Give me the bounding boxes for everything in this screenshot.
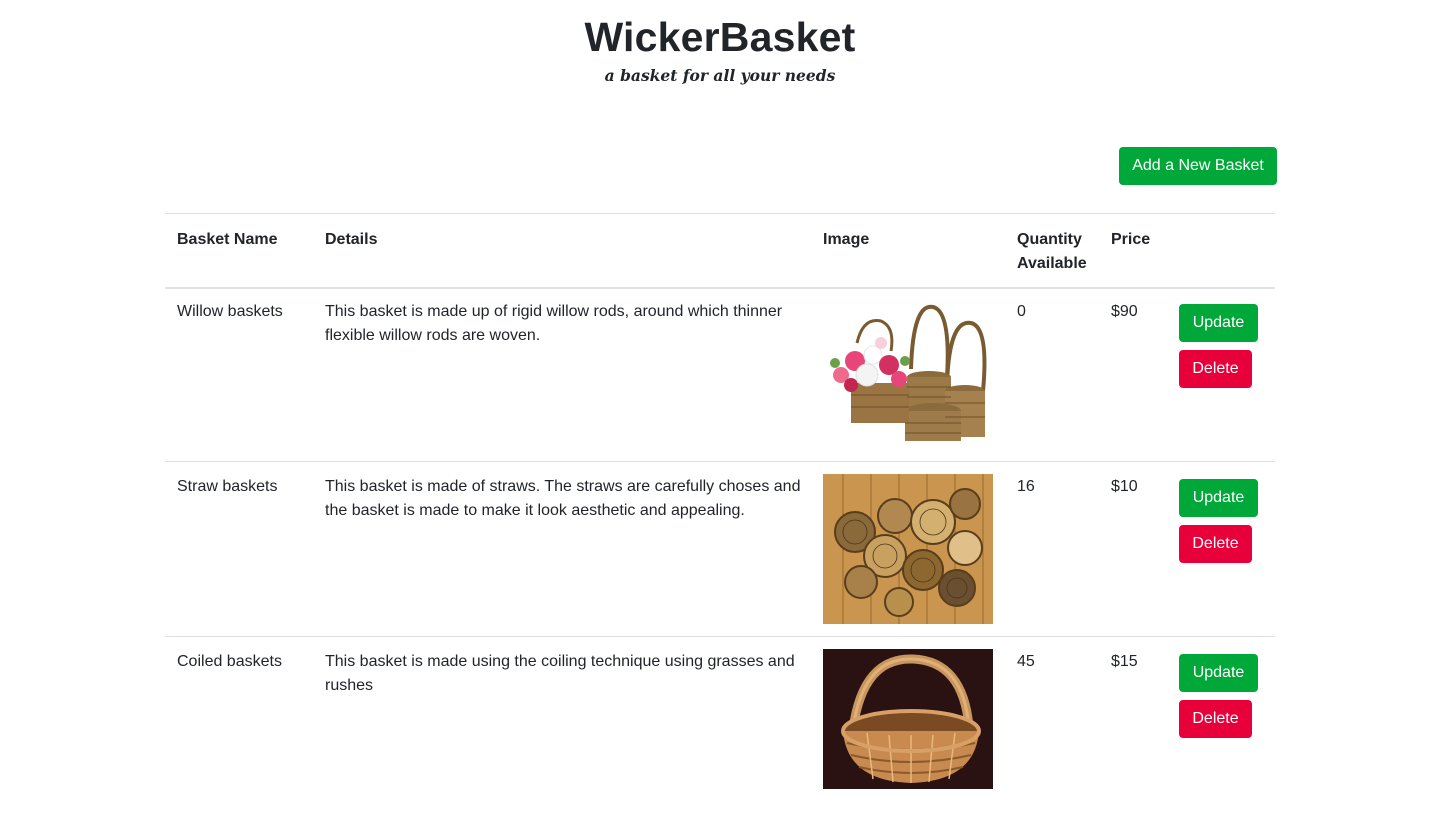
delete-button[interactable]: Delete: [1179, 525, 1252, 563]
basket-price: $10: [1111, 478, 1138, 495]
table-row: Coiled baskets This basket is made using…: [165, 637, 1275, 817]
basket-image: [823, 649, 993, 789]
column-header-image: Image: [823, 231, 870, 248]
site-title: WickerBasket: [584, 14, 856, 60]
delete-button[interactable]: Delete: [1179, 350, 1252, 388]
add-basket-button[interactable]: Add a New Basket: [1119, 147, 1277, 185]
column-header-details: Details: [325, 231, 378, 248]
table-header: Basket Name Details Image Quantity Avail…: [165, 213, 1275, 289]
basket-quantity: 0: [1017, 303, 1026, 320]
basket-details: This basket is made up of rigid willow r…: [325, 303, 783, 344]
basket-price: $90: [1111, 303, 1138, 320]
table-row: Straw baskets This basket is made of str…: [165, 462, 1275, 637]
column-header-quantity: Quantity Available: [1017, 231, 1087, 272]
basket-name: Straw baskets: [177, 478, 278, 495]
table-row: Willow baskets This basket is made up of…: [165, 287, 1275, 462]
delete-button[interactable]: Delete: [1179, 700, 1252, 738]
update-button[interactable]: Update: [1179, 304, 1258, 342]
basket-name: Coiled baskets: [177, 653, 282, 670]
basket-image: [823, 299, 993, 449]
update-button[interactable]: Update: [1179, 654, 1258, 692]
basket-details: This basket is made of straws. The straw…: [325, 478, 801, 519]
column-header-name: Basket Name: [177, 231, 278, 248]
site-tagline: a basket for all your needs: [604, 66, 836, 85]
update-button[interactable]: Update: [1179, 479, 1258, 517]
basket-quantity: 45: [1017, 653, 1035, 670]
column-header-price: Price: [1111, 231, 1151, 248]
basket-quantity: 16: [1017, 478, 1035, 495]
basket-details: This basket is made using the coiling te…: [325, 653, 795, 694]
basket-price: $15: [1111, 653, 1138, 670]
basket-image: [823, 474, 993, 624]
basket-name: Willow baskets: [177, 303, 283, 320]
